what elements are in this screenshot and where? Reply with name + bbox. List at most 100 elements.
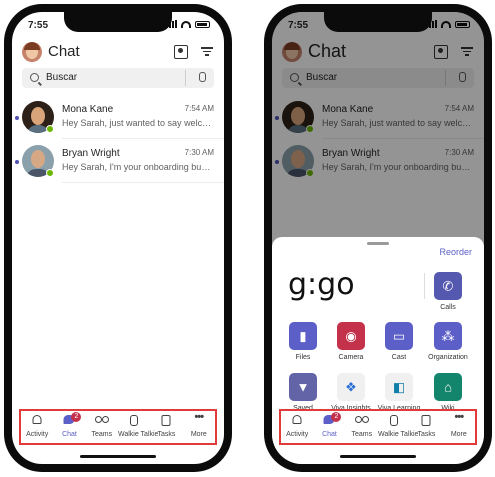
reorder-button[interactable]: Reorder [439,247,472,257]
bookmark-icon: ▼ [289,373,317,401]
bottom-tab-bar: Activity 2 Chat Teams Walkie Talkie Task… [19,409,217,445]
app-files[interactable]: ▮ Files [279,322,327,361]
handwriting-text: g:go [288,267,355,302]
search-icon [30,73,39,82]
filter-icon[interactable] [200,45,214,59]
home-indicator [340,455,416,458]
tab-label: Tasks [417,431,436,438]
bell-icon [32,415,42,424]
microphone-icon[interactable] [199,72,206,82]
home-indicator [80,455,156,458]
tab-label: Activity [286,431,309,438]
status-time: 7:55 [28,20,49,31]
app-label: Cast [391,354,407,361]
status-icons [166,20,210,28]
divider [62,182,224,183]
tab-label: Walkie Talkie [377,431,419,438]
divider [185,70,186,86]
phone-icon: ✆ [434,272,462,300]
teams-icon [94,415,109,427]
tasks-icon [421,415,431,426]
tab-label: Teams [351,431,373,438]
tab-activity[interactable]: Activity [281,411,313,443]
cast-icon: ▭ [385,322,413,350]
bottom-tab-bar: Activity 2 Chat Teams Walkie Talkie Task… [279,409,477,445]
divider [62,138,224,139]
app-saved[interactable]: ▼ Saved [279,373,327,412]
notification-badge: 2 [71,412,82,422]
chat-time: 7:30 AM [184,148,214,157]
tab-walkie-talkie[interactable]: Walkie Talkie [377,411,419,443]
app-label: Files [295,354,311,361]
tab-activity[interactable]: Activity [21,411,53,443]
wifi-icon [181,20,191,28]
camera-icon: ◉ [337,322,365,350]
phone-left: 7:55 Chat Buscar Mona Kane 7:54 AM Hey S… [4,4,232,472]
list-item[interactable]: Bryan Wright 7:30 AM Hey Sarah, I'm your… [12,142,224,182]
org-chart-icon: ⁂ [434,322,462,350]
search-input[interactable]: Buscar [22,68,214,88]
tab-label: Teams [91,431,113,438]
page-title: Chat [48,43,80,60]
walkie-talkie-icon [390,415,399,426]
walkie-talkie-icon [130,415,139,426]
viva-learning-icon: ◧ [385,373,413,401]
tab-label: Walkie Talkie [117,431,159,438]
tasks-icon [161,415,171,426]
search-placeholder: Buscar [46,72,78,83]
chat-name: Mona Kane [62,104,114,115]
file-icon: ▮ [289,322,317,350]
contact-card-icon[interactable] [174,45,188,59]
tab-label: Activity [26,431,49,438]
chat-screen: 7:55 Chat Buscar Mona Kane 7:54 AM Hey S… [12,12,224,464]
tab-label: More [450,431,467,438]
phone-right: 7:55 Chat Buscar Mona Kane 7:54 AM Hey S… [264,4,492,472]
app-camera[interactable]: ◉ Camera [327,322,375,361]
drag-handle[interactable] [367,242,389,245]
chat-preview: Hey Sarah, just wanted to say welcom... [62,118,214,128]
chat-preview: Hey Sarah, I'm your onboarding buddy! [62,162,214,172]
tab-teams[interactable]: Teams [346,411,378,443]
unread-dot [15,160,19,164]
tab-more[interactable]: ••• More [183,411,215,443]
tab-label: Tasks [157,431,176,438]
tab-teams[interactable]: Teams [86,411,118,443]
presence-available-icon [46,125,54,133]
list-item[interactable]: Mona Kane 7:54 AM Hey Sarah, just wanted… [12,98,224,138]
tab-chat[interactable]: 2 Chat [313,411,345,443]
notification-badge: 2 [331,412,342,422]
app-viva-insights[interactable]: ❖ Viva Insights [327,373,375,412]
tab-walkie-talkie[interactable]: Walkie Talkie [117,411,159,443]
notch [64,12,172,32]
app-calls[interactable]: ✆ Calls [424,272,472,311]
bell-icon [292,415,302,424]
viva-insights-icon: ❖ [337,373,365,401]
tab-more[interactable]: ••• More [443,411,475,443]
chat-time: 7:54 AM [184,104,214,113]
tab-tasks[interactable]: Tasks [410,411,442,443]
app-viva-learning[interactable]: ◧ Viva Learning [375,373,423,412]
chat-name: Bryan Wright [62,148,120,159]
battery-icon [195,20,210,28]
chat-header: Chat [22,42,214,64]
more-icon: ••• [454,411,465,423]
unread-dot [15,116,19,120]
tab-chat[interactable]: 2 Chat [53,411,85,443]
tab-label: More [190,431,207,438]
app-label: Calls [440,304,456,311]
teams-icon [354,415,369,427]
app-cast[interactable]: ▭ Cast [375,322,423,361]
tab-label: Chat [62,431,77,438]
app-label: Camera [338,354,364,361]
notch [324,12,432,32]
tab-label: Chat [322,431,337,438]
presence-available-icon [46,169,54,177]
chat-screen-with-more-sheet: 7:55 Chat Buscar Mona Kane 7:54 AM Hey S… [272,12,484,464]
app-label: Organization [428,354,468,361]
app-wiki[interactable]: ⌂ Wiki [424,373,472,412]
wiki-icon: ⌂ [434,373,462,401]
tab-tasks[interactable]: Tasks [150,411,182,443]
app-organization[interactable]: ⁂ Organization [424,322,472,361]
more-icon: ••• [194,411,205,423]
avatar[interactable] [22,42,42,62]
